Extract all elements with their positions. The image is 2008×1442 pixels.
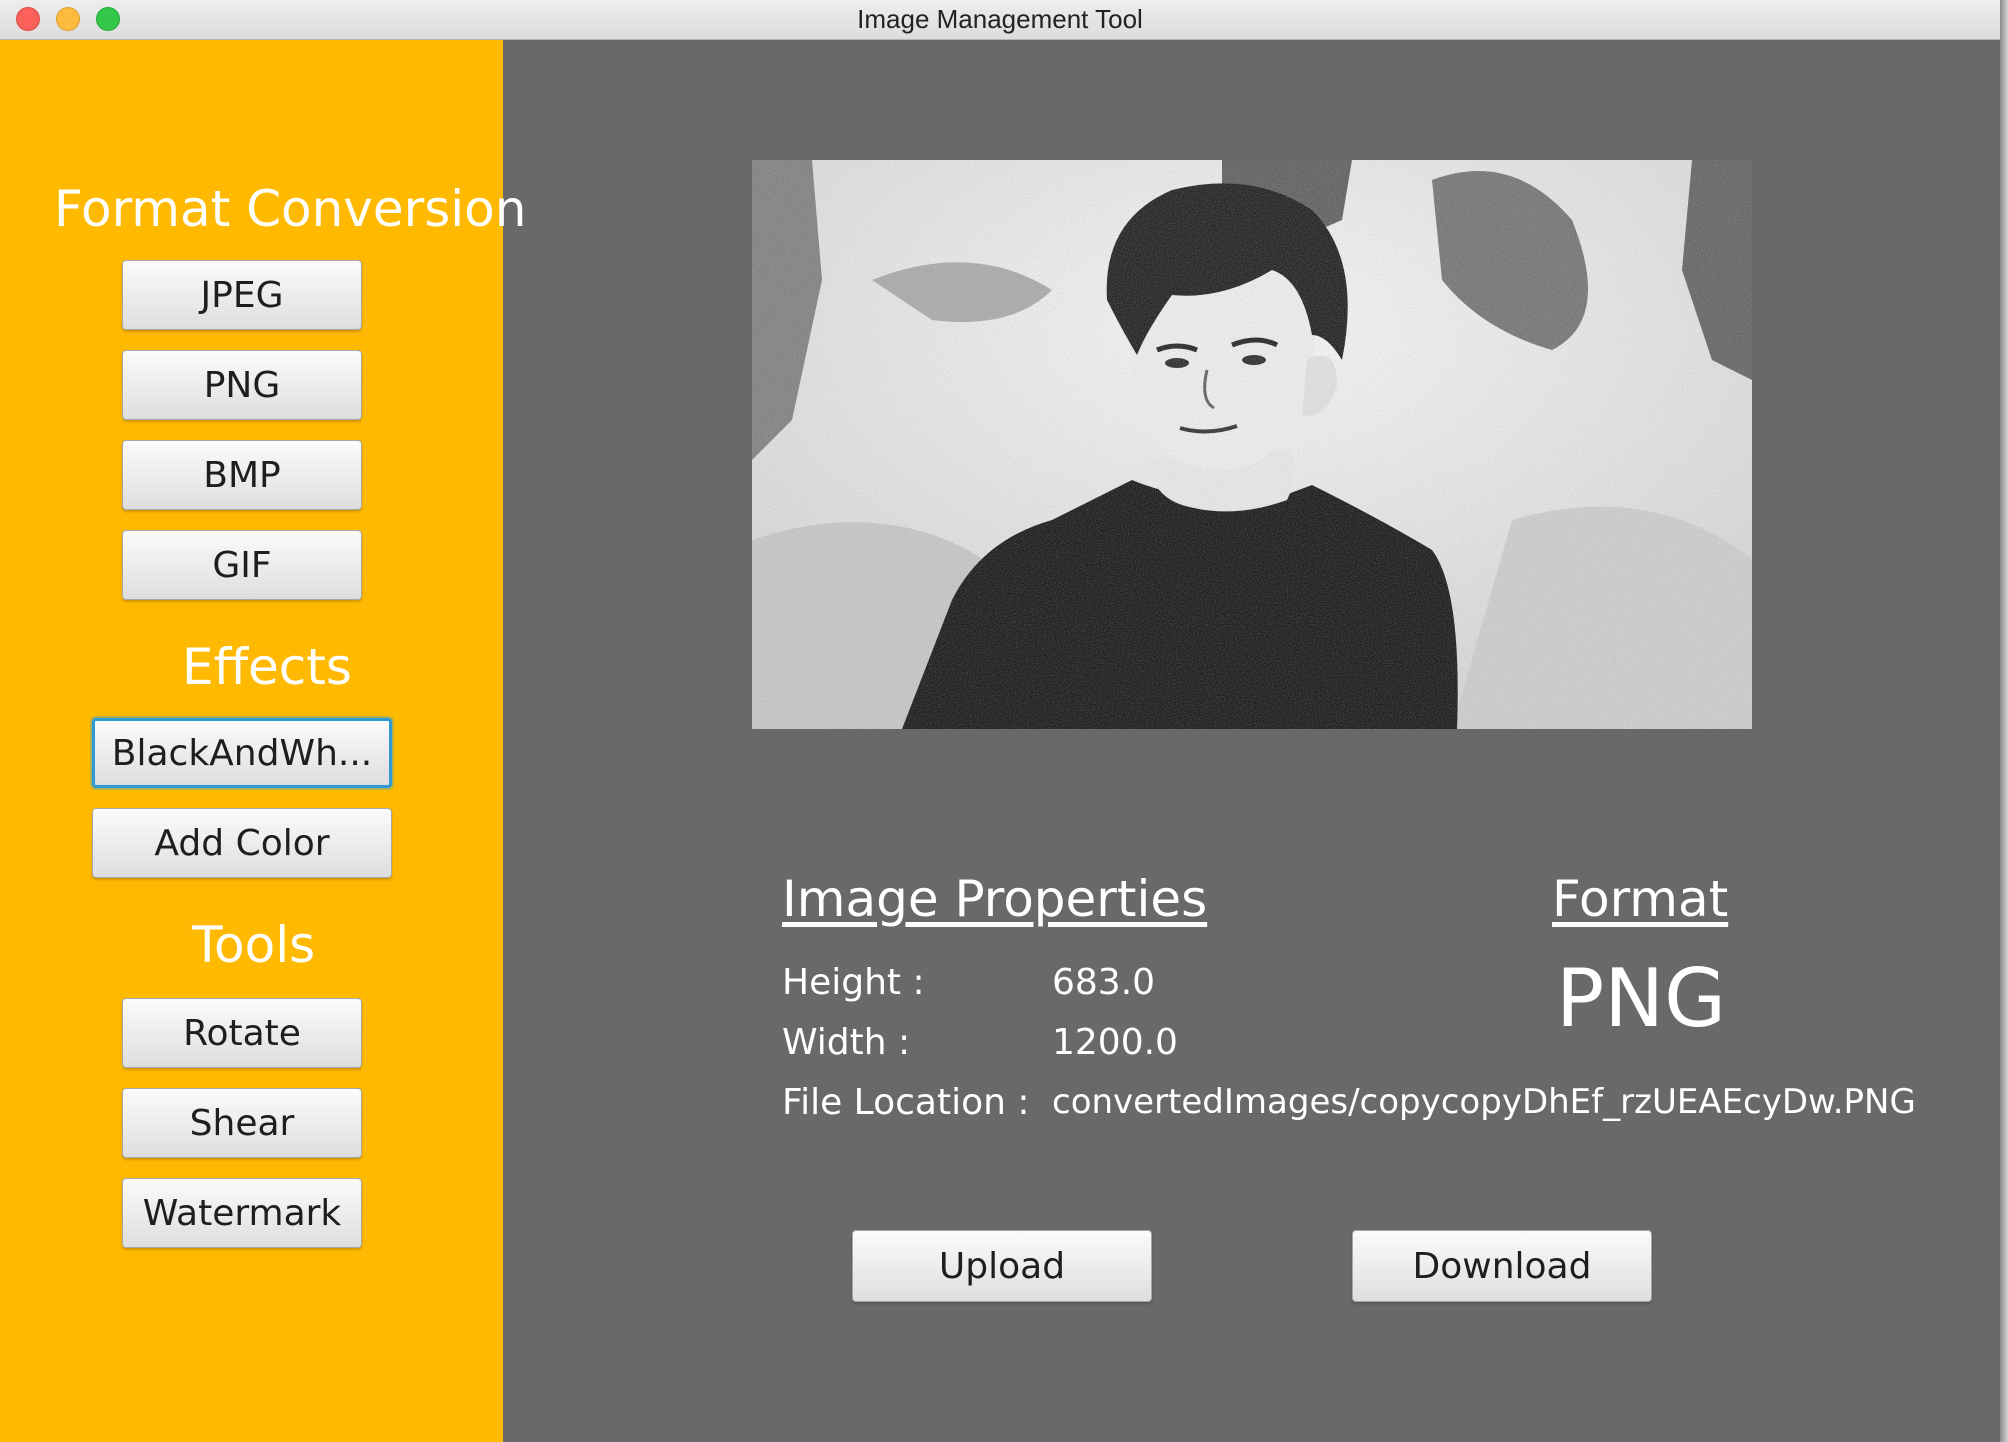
width-value: 1200.0 <box>1052 1022 1178 1063</box>
format-heading: Format <box>1552 870 1729 928</box>
height-value: 683.0 <box>1052 962 1156 1003</box>
file-location-label: File Location : <box>782 1082 1030 1123</box>
rotate-button[interactable]: Rotate <box>122 998 362 1068</box>
title-bar: Image Management Tool <box>0 0 2000 40</box>
bmp-button[interactable]: BMP <box>122 440 362 510</box>
image-preview <box>752 160 1752 729</box>
sidebar: Format Conversion JPEG PNG BMP GIF Effec… <box>0 40 526 1442</box>
jpeg-button[interactable]: JPEG <box>122 260 362 330</box>
file-location-value: convertedImages/copycopyDhEf_rzUEAEcyDw.… <box>1052 1082 1916 1122</box>
png-button[interactable]: PNG <box>122 350 362 420</box>
window-edge <box>2000 0 2008 1442</box>
format-conversion-heading: Format Conversion <box>54 180 527 238</box>
watermark-button[interactable]: Watermark <box>122 1178 362 1248</box>
effects-heading: Effects <box>182 638 352 696</box>
download-button[interactable]: Download <box>1352 1230 1652 1302</box>
width-label: Width : <box>782 1022 911 1063</box>
gif-button[interactable]: GIF <box>122 530 362 600</box>
app-window: Image Management Tool Format Conversion … <box>0 0 2000 1442</box>
black-and-white-button[interactable]: BlackAndWh... <box>92 718 392 788</box>
add-color-button[interactable]: Add Color <box>92 808 392 878</box>
image-properties-heading: Image Properties <box>782 870 1208 928</box>
upload-button[interactable]: Upload <box>852 1230 1152 1302</box>
window-title: Image Management Tool <box>857 4 1143 34</box>
format-value: PNG <box>1556 952 1727 1045</box>
shear-button[interactable]: Shear <box>122 1088 362 1158</box>
tools-heading: Tools <box>192 916 316 974</box>
height-label: Height : <box>782 962 925 1003</box>
